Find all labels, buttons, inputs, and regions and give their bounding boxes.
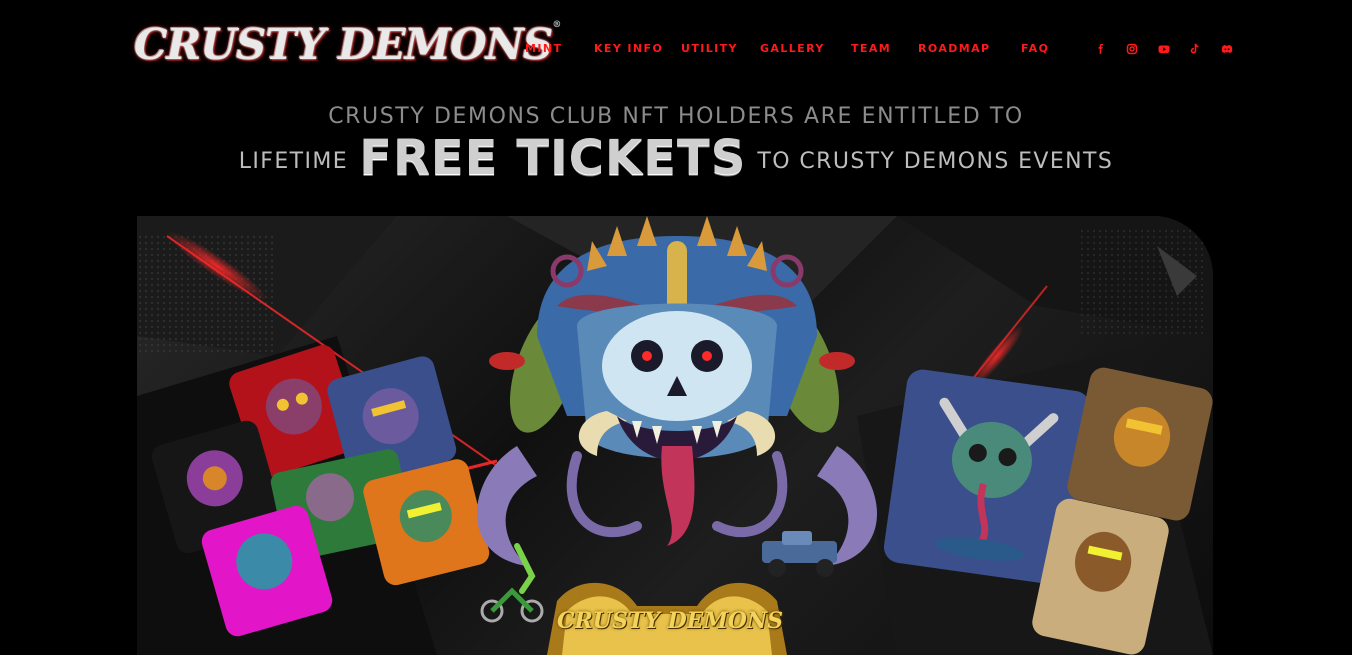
instagram-icon[interactable] [1125,42,1139,56]
hero-banner: CRUSTY DEMONS [137,216,1213,655]
tiktok-icon[interactable] [1188,42,1202,56]
headline-suffix: TO CRUSTY DEMONS EVENTS [757,149,1114,174]
hero-artwork [137,216,1213,655]
nav-roadmap[interactable]: ROADMAP [918,42,991,55]
site-header: CRUSTY DEMONS® MINT KEY INFO UTILITY GAL… [0,0,1352,100]
hero-brand-text: CRUSTY DEMONS [557,608,783,634]
nav-gallery[interactable]: GALLERY [760,42,825,55]
site-logo[interactable]: CRUSTY DEMONS® [134,20,561,69]
nav-team[interactable]: TEAM [851,42,891,55]
logo-text: CRUSTY DEMONS [134,20,553,69]
headline-prefix: LIFETIME [238,149,349,174]
headline-line-1: CRUSTY DEMONS CLUB NFT HOLDERS ARE ENTIT… [328,104,1024,129]
headline-emphasis: FREE TICKETS [359,130,747,186]
discord-icon[interactable] [1220,42,1234,56]
facebook-icon[interactable] [1094,42,1108,56]
monster-truck [762,531,837,577]
nav-mint[interactable]: MINT [525,42,562,55]
youtube-icon[interactable] [1157,42,1171,56]
nav-key-info[interactable]: KEY INFO [594,42,663,55]
page: CRUSTY DEMONS® MINT KEY INFO UTILITY GAL… [0,0,1352,655]
nav-faq[interactable]: FAQ [1021,42,1049,55]
nav-utility[interactable]: UTILITY [681,42,738,55]
registered-mark: ® [552,20,561,30]
headline-line-2: LIFETIME FREE TICKETS TO CRUSTY DEMONS E… [0,130,1352,186]
